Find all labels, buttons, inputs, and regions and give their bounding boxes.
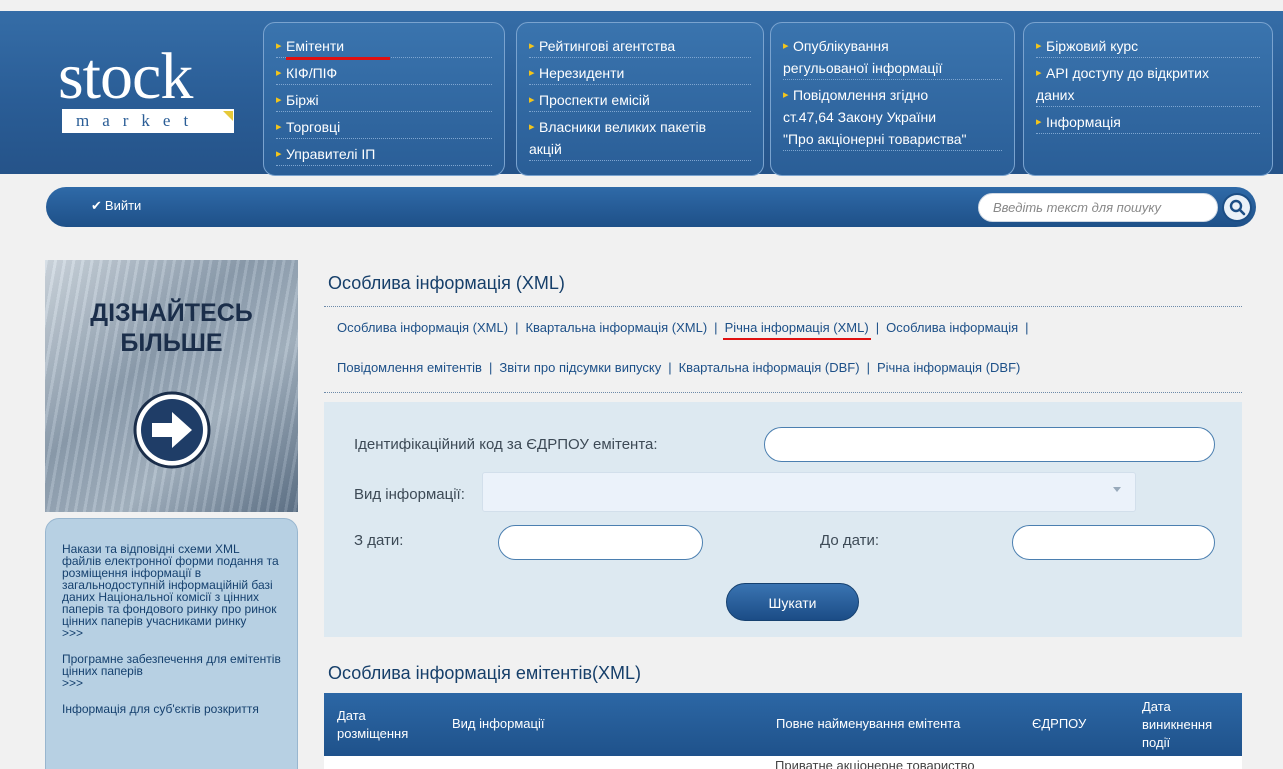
table-title: Особлива інформація емітентів(XML)	[328, 663, 642, 683]
column-header-info-type[interactable]: Вид інформації	[452, 715, 544, 733]
page-title: Особлива інформація (XML)	[328, 273, 565, 293]
logout-button[interactable]: ✔ Вийти	[91, 198, 141, 214]
nav-item-prospekty[interactable]: Проспекти емісій	[529, 89, 751, 112]
tab-zvity[interactable]: Звіти про підсумки випуску	[499, 360, 661, 375]
tab-richna-dbf[interactable]: Річна інформація (DBF)	[877, 360, 1020, 375]
date-to-input[interactable]	[1012, 525, 1215, 560]
nav-item-povidomlennia[interactable]: Повідомлення згідно	[783, 84, 1002, 106]
stock-market-logo[interactable]: stock market	[58, 44, 238, 144]
tab-row-1: Особлива інформація (XML) | Квартальна інф…	[337, 318, 1237, 358]
nav-group-2: Рейтингові агентства Нерезиденти Проспек…	[516, 22, 764, 176]
sidebar-info-box: Накази та відповідні схеми XML файлів ел…	[45, 518, 298, 769]
search-icon	[1229, 199, 1246, 216]
logo-corner	[223, 111, 233, 121]
nav-item-opublikuvannia-line2[interactable]: регульованої інформації	[783, 57, 1002, 80]
nav-item-kif-pif[interactable]: КІФ/ПІФ	[276, 62, 492, 85]
table-cell-emitent: Приватне акціонерне товариство	[775, 758, 975, 769]
column-header-emitent[interactable]: Повне найменування емітента	[776, 715, 960, 733]
tab-separator: |	[668, 360, 672, 375]
logo-sub: market	[76, 111, 202, 130]
search-submit-button[interactable]: Шукати	[726, 583, 859, 621]
nav-item-reitynhovi[interactable]: Рейтингові агентства	[529, 35, 751, 58]
nav-item-vlasnyky[interactable]: Власники великих пакетів	[529, 116, 751, 138]
tab-separator: |	[875, 320, 880, 335]
sidebar-link-text: Накази та відповідні схеми XML файлів ел…	[62, 542, 279, 628]
tab-kvartalna-xml[interactable]: Квартальна інформація (XML)	[525, 320, 707, 335]
column-header-edrpou[interactable]: ЄДРПОУ	[1032, 715, 1086, 733]
tab-separator: |	[1025, 320, 1029, 335]
nav-item-povidomlennia-line3[interactable]: "Про акціонерні товариства"	[783, 128, 1002, 151]
sidebar-link-orders[interactable]: Накази та відповідні схеми XML файлів ел…	[62, 543, 281, 639]
nav-item-birzhovyi-kurs[interactable]: Біржовий курс	[1036, 35, 1260, 58]
learn-more-banner[interactable]: ДІЗНАЙТЕСЬ БІЛЬШЕ	[45, 260, 298, 512]
logo-word: stock	[58, 40, 193, 113]
sidebar-link-text: Інформація для суб'єктів розкриття	[62, 702, 259, 716]
more-link[interactable]: >>>	[62, 627, 281, 639]
date-to-label: До дати:	[820, 532, 880, 549]
nav-item-birzhi[interactable]: Біржі	[276, 89, 492, 112]
tab-separator: |	[488, 360, 493, 375]
toolbar: ✔ Вийти	[46, 187, 1256, 227]
sidebar-link-software[interactable]: Програмне забезпечення для емітентів цін…	[62, 653, 281, 689]
nav-item-api[interactable]: API доступу до відкритих	[1036, 62, 1260, 84]
nav-item-opublikuvannia[interactable]: Опублікування	[783, 35, 1002, 57]
info-type-label: Вид інформації:	[354, 486, 465, 503]
nav-group-3: Опублікування регульованої інформації По…	[770, 22, 1015, 176]
tab-separator: |	[866, 360, 870, 375]
sidebar-link-text: Програмне забезпечення для емітентів цін…	[62, 652, 281, 678]
table-header: Дата розміщення Вид інформації Повне най…	[324, 693, 1242, 756]
more-link[interactable]: >>>	[62, 677, 281, 689]
logout-label: Вийти	[104, 198, 142, 213]
nav-item-povidomlennia-line2[interactable]: ст.47,64 Закону України	[783, 106, 1002, 128]
nav-item-upraviteli[interactable]: Управителі ІП	[276, 143, 492, 166]
search-button[interactable]	[1222, 193, 1252, 222]
column-header-event-date[interactable]: Дата виникнення події	[1142, 698, 1232, 752]
divider	[324, 392, 1242, 393]
date-from-input[interactable]	[498, 525, 703, 560]
tab-kvartalna-dbf[interactable]: Квартальна інформація (DBF)	[679, 360, 860, 375]
search-form: Ідентифікаційний код за ЄДРПОУ емітента:…	[324, 402, 1242, 637]
checkmark-icon: ✔	[91, 198, 102, 213]
site-header: stock market Емітенти КІФ/ПІФ Біржі Торг…	[0, 11, 1283, 176]
nav-group-4: Біржовий курс API доступу до відкритих д…	[1023, 22, 1273, 176]
info-type-select[interactable]	[482, 472, 1136, 512]
tab-richna-xml[interactable]: Річна інформація (XML)	[725, 320, 869, 335]
column-header-date[interactable]: Дата розміщення	[337, 707, 417, 743]
tab-separator: |	[515, 320, 519, 335]
banner-text: ДІЗНАЙТЕСЬ БІЛЬШЕ	[45, 298, 298, 358]
arrow-right-icon	[133, 391, 211, 469]
nav-item-torhovtsi[interactable]: Торговці	[276, 116, 492, 139]
results-table: Дата розміщення Вид інформації Повне най…	[324, 693, 1242, 769]
nav-item-informatsiia[interactable]: Інформація	[1036, 111, 1260, 134]
tab-osobliva-xml[interactable]: Особлива інформація (XML)	[337, 320, 508, 335]
chevron-down-icon	[1113, 487, 1121, 492]
banner-line-2: БІЛЬШЕ	[120, 329, 223, 357]
tab-povidomlennia[interactable]: Повідомлення емітентів	[337, 360, 482, 375]
divider	[324, 306, 1242, 307]
logo-bar: market	[62, 109, 234, 133]
nav-item-vlasnyky-line2[interactable]: акцій	[529, 138, 751, 161]
nav-item-nerezydenty[interactable]: Нерезиденти	[529, 62, 751, 85]
tab-separator: |	[714, 320, 718, 335]
banner-line-1: ДІЗНАЙТЕСЬ	[90, 299, 253, 327]
nav-item-emitenty[interactable]: Емітенти	[276, 35, 492, 60]
edrpou-input[interactable]	[764, 427, 1215, 462]
tab-osobliva[interactable]: Особлива інформація	[886, 320, 1018, 335]
table-row[interactable]: Приватне акціонерне товариство	[324, 756, 1242, 769]
nav-group-1: Емітенти КІФ/ПІФ Біржі Торговці Управите…	[263, 22, 505, 176]
info-tabs: Особлива інформація (XML) | Квартальна інф…	[337, 318, 1237, 398]
edrpou-label: Ідентифікаційний код за ЄДРПОУ емітента:	[354, 436, 658, 453]
search-input[interactable]	[978, 193, 1218, 222]
sidebar-link-disclosure[interactable]: Інформація для суб'єктів розкриття	[62, 703, 281, 715]
date-from-label: З дати:	[354, 532, 404, 549]
nav-item-api-line2[interactable]: даних	[1036, 84, 1260, 107]
